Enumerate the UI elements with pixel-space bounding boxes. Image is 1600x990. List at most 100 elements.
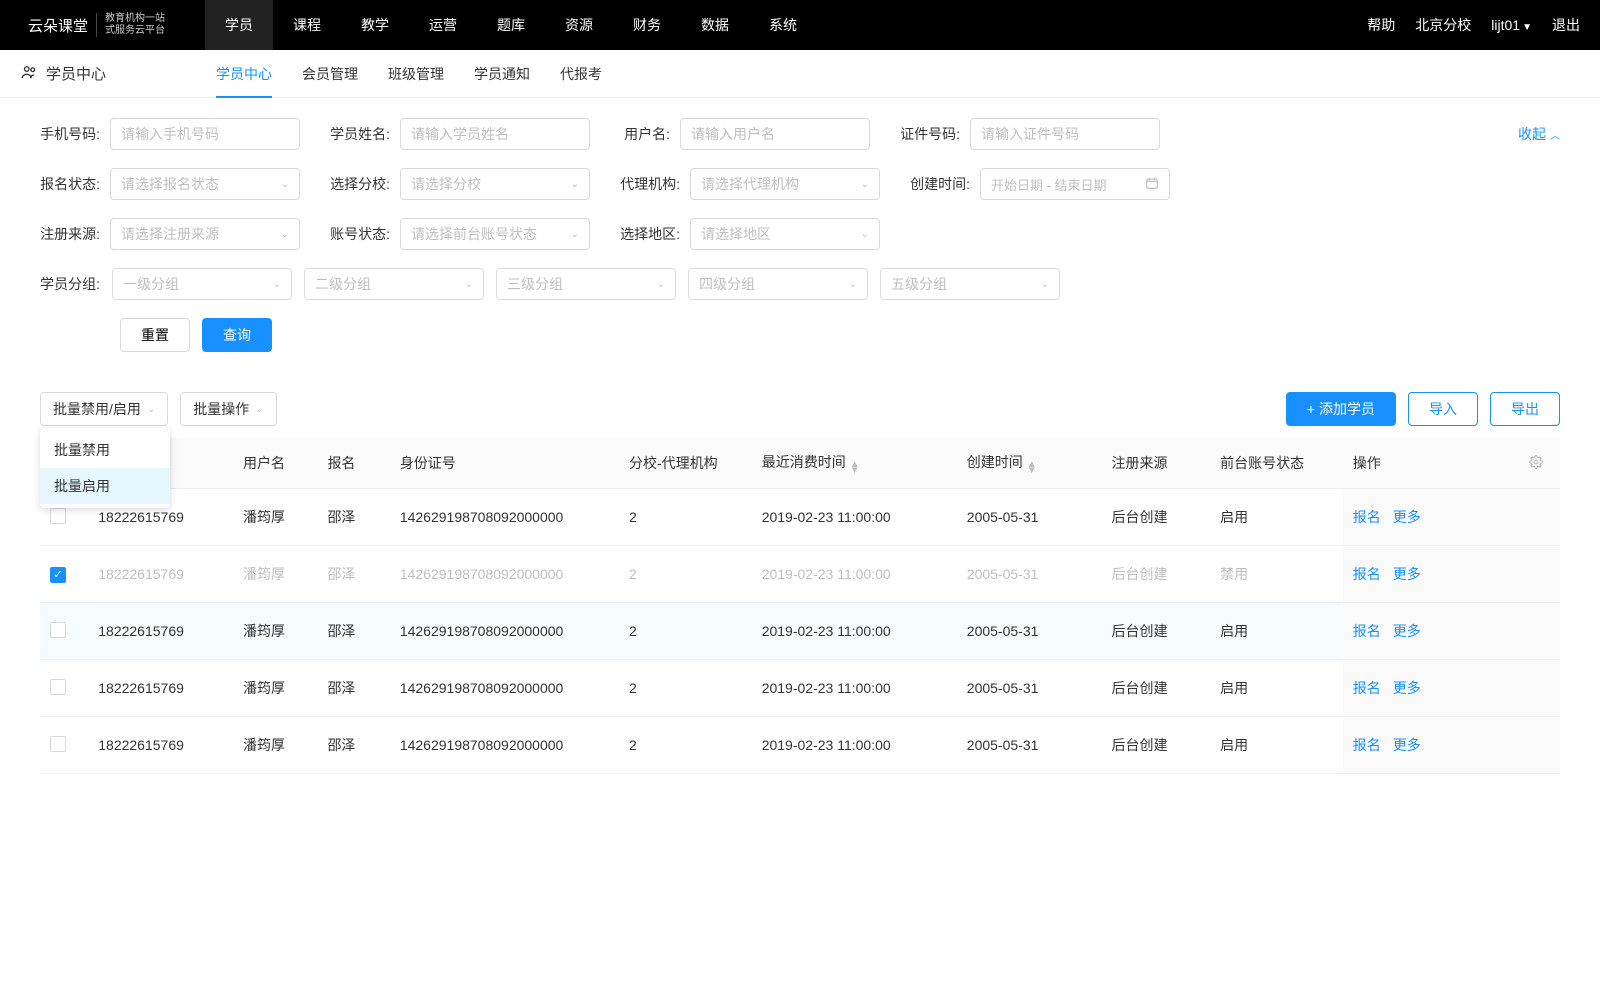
chevron-down-icon: ⌄ [861, 229, 869, 240]
th-idno: 身份证号 [390, 438, 619, 489]
branch-select[interactable]: 请选择分校 ⌄ [400, 168, 590, 200]
reset-button[interactable]: 重置 [120, 318, 190, 352]
create-time-range[interactable]: 开始日期 - 结束日期 [980, 168, 1170, 200]
row-enroll-link[interactable]: 报名 [1353, 509, 1381, 525]
chevron-down-icon: ⌄ [147, 404, 155, 415]
chevron-down-icon: ⌄ [861, 179, 869, 190]
chevron-down-icon: ⌄ [255, 404, 263, 415]
nav-teaching[interactable]: 教学 [341, 0, 409, 50]
cell-idno: 142629198708092000000 [390, 489, 619, 546]
chevron-up-icon: ︿ [1550, 127, 1560, 142]
sort-icon: ▲▼ [1027, 462, 1037, 474]
row-enroll-link[interactable]: 报名 [1353, 737, 1381, 753]
cell-phone: 18222615769 [88, 717, 233, 774]
logo-subtitle: 教育机构一站 式服务云平台 [96, 13, 165, 37]
name-label: 学员姓名: [330, 124, 390, 144]
enroll-status-select[interactable]: 请选择报名状态 ⌄ [110, 168, 300, 200]
row-more-link[interactable]: 更多 [1393, 566, 1421, 582]
group-level-1[interactable]: 一级分组⌄ [112, 268, 292, 300]
row-checkbox[interactable] [50, 508, 66, 524]
cell-createTime: 2005-05-31 [957, 717, 1102, 774]
cell-source: 后台创建 [1102, 546, 1211, 603]
group-level-3[interactable]: 三级分组⌄ [496, 268, 676, 300]
user-menu[interactable]: lijt01▼ [1491, 17, 1532, 33]
sub-nav: 学员中心 学员中心 会员管理 班级管理 学员通知 代报考 [0, 50, 1600, 98]
tab-member-mgmt[interactable]: 会员管理 [302, 50, 358, 98]
action-bar: 批量禁用/启用 ⌄ 批量操作 ⌄ 批量禁用 批量启用 + 添加学员 导入 导出 [0, 362, 1600, 438]
row-checkbox[interactable] [50, 736, 66, 752]
add-student-button[interactable]: + 添加学员 [1286, 392, 1396, 426]
batch-toggle-dropdown[interactable]: 批量禁用/启用 ⌄ [40, 392, 168, 426]
group-level-2[interactable]: 二级分组⌄ [304, 268, 484, 300]
row-more-link[interactable]: 更多 [1393, 680, 1421, 696]
table-row: 18222615769潘筠厚邵泽142629198708092000000220… [40, 489, 1560, 546]
row-checkbox[interactable]: ✓ [50, 567, 66, 583]
row-more-link[interactable]: 更多 [1393, 623, 1421, 639]
help-link[interactable]: 帮助 [1367, 15, 1395, 35]
import-button[interactable]: 导入 [1408, 392, 1478, 426]
cell-username: 潘筠厚 [233, 717, 317, 774]
th-enroll: 报名 [317, 438, 389, 489]
th-branch: 分校-代理机构 [619, 438, 752, 489]
batch-op-dropdown[interactable]: 批量操作 ⌄ [180, 392, 276, 426]
region-select[interactable]: 请选择地区 ⌄ [690, 218, 880, 250]
agent-label: 代理机构: [620, 174, 680, 194]
batch-enable-item[interactable]: 批量启用 [40, 468, 170, 504]
row-enroll-link[interactable]: 报名 [1353, 566, 1381, 582]
calendar-icon [1145, 176, 1159, 193]
row-more-link[interactable]: 更多 [1393, 509, 1421, 525]
phone-input[interactable] [110, 118, 300, 150]
cell-idno: 142629198708092000000 [390, 603, 619, 660]
chevron-down-icon: ⌄ [281, 229, 289, 240]
nav-students[interactable]: 学员 [205, 0, 273, 50]
group-level-4[interactable]: 四级分组⌄ [688, 268, 868, 300]
nav-question-bank[interactable]: 题库 [477, 0, 545, 50]
row-enroll-link[interactable]: 报名 [1353, 680, 1381, 696]
row-checkbox[interactable] [50, 679, 66, 695]
idno-input[interactable] [970, 118, 1160, 150]
tab-proxy-exam[interactable]: 代报考 [560, 50, 602, 98]
logout-link[interactable]: 退出 [1552, 15, 1580, 35]
gear-icon[interactable] [1529, 456, 1543, 472]
account-status-select[interactable]: 请选择前台账号状态 ⌄ [400, 218, 590, 250]
row-enroll-link[interactable]: 报名 [1353, 623, 1381, 639]
th-status: 前台账号状态 [1210, 438, 1343, 489]
nav-resources[interactable]: 资源 [545, 0, 613, 50]
tab-student-center[interactable]: 学员中心 [216, 50, 272, 98]
batch-disable-item[interactable]: 批量禁用 [40, 432, 170, 468]
th-create-time[interactable]: 创建时间▲▼ [957, 438, 1102, 489]
chevron-down-icon: ⌄ [849, 279, 857, 290]
sort-icon: ▲▼ [850, 462, 860, 474]
topnav-right: 帮助 北京分校 lijt01▼ 退出 [1367, 15, 1580, 35]
row-checkbox[interactable] [50, 622, 66, 638]
nav-data[interactable]: 数据 [681, 0, 749, 50]
nav-finance[interactable]: 财务 [613, 0, 681, 50]
row-more-link[interactable]: 更多 [1393, 737, 1421, 753]
tab-class-mgmt[interactable]: 班级管理 [388, 50, 444, 98]
username-input[interactable] [680, 118, 870, 150]
subnav-items: 学员中心 会员管理 班级管理 学员通知 代报考 [216, 50, 602, 98]
nav-courses[interactable]: 课程 [273, 0, 341, 50]
school-selector[interactable]: 北京分校 [1415, 15, 1471, 35]
agent-select[interactable]: 请选择代理机构 ⌄ [690, 168, 880, 200]
collapse-toggle[interactable]: 收起 ︿ [1518, 124, 1560, 144]
chevron-down-icon: ⌄ [273, 279, 281, 290]
cell-branch: 2 [619, 489, 752, 546]
cell-username: 潘筠厚 [233, 546, 317, 603]
nav-operation[interactable]: 运营 [409, 0, 477, 50]
student-table: 用户名 报名 身份证号 分校-代理机构 最近消费时间▲▼ 创建时间▲▼ 注册来源… [40, 438, 1560, 774]
tab-student-notice[interactable]: 学员通知 [474, 50, 530, 98]
cell-phone: 18222615769 [88, 546, 233, 603]
name-input[interactable] [400, 118, 590, 150]
th-last-consume[interactable]: 最近消费时间▲▼ [752, 438, 957, 489]
reg-source-select[interactable]: 请选择注册来源 ⌄ [110, 218, 300, 250]
filter-form: 手机号码: 学员姓名: 用户名: 证件号码: 收起 ︿ 报名状态: 请选择报名状… [0, 98, 1600, 362]
export-button[interactable]: 导出 [1490, 392, 1560, 426]
query-button[interactable]: 查询 [202, 318, 272, 352]
table-row: 18222615769潘筠厚邵泽142629198708092000000220… [40, 660, 1560, 717]
chevron-down-icon: ⌄ [571, 179, 579, 190]
group-level-5[interactable]: 五级分组⌄ [880, 268, 1060, 300]
th-source: 注册来源 [1102, 438, 1211, 489]
reg-source-label: 注册来源: [40, 224, 100, 244]
nav-system[interactable]: 系统 [749, 0, 817, 50]
